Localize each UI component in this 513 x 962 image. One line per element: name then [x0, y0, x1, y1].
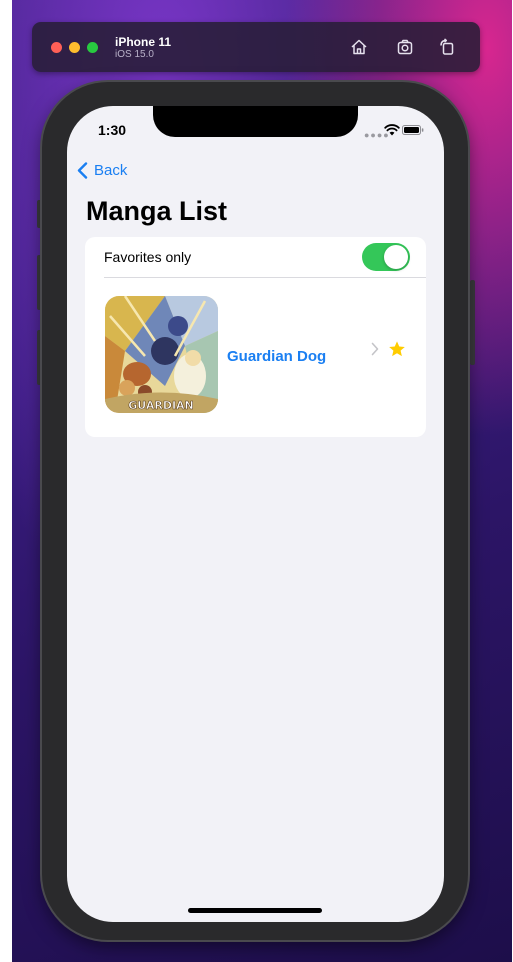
chevron-left-icon [77, 161, 88, 179]
manga-cover-image: GUARDIAN [105, 296, 218, 413]
cover-title-text: GUARDIAN [128, 399, 194, 412]
zoom-window-button[interactable] [87, 42, 98, 53]
device-os-version: iOS 15.0 [115, 49, 154, 60]
home-icon[interactable] [349, 37, 369, 57]
manga-list-card: Favorites only GUARDIAN Guardian Dog [85, 237, 426, 437]
minimize-window-button[interactable] [69, 42, 80, 53]
notch [153, 106, 358, 137]
favorites-toggle-row: Favorites only [85, 237, 426, 277]
phone-screen: 1:30 ●●●● Back Manga List Favorites only [67, 106, 444, 922]
status-time: 1:30 [98, 122, 127, 138]
star-icon[interactable] [388, 340, 406, 358]
toggle-knob [384, 245, 408, 269]
manga-title: Guardian Dog [227, 348, 327, 365]
chevron-right-icon [371, 342, 379, 356]
favorites-toggle-label: Favorites only [104, 249, 192, 265]
power-button [470, 280, 475, 365]
list-item[interactable]: GUARDIAN Guardian Dog [85, 278, 426, 437]
home-indicator[interactable] [188, 908, 322, 913]
page-title: Manga List [86, 196, 228, 226]
screenshot-icon[interactable] [395, 37, 415, 57]
favorites-toggle[interactable] [362, 243, 410, 271]
status-icons: ●●●● [364, 123, 426, 140]
rotate-icon[interactable] [437, 37, 457, 57]
simulator-toolbar: iPhone 11 iOS 15.0 [32, 22, 480, 72]
close-window-button[interactable] [51, 42, 62, 53]
device-name: iPhone 11 [115, 35, 172, 49]
back-button[interactable]: Back [77, 158, 127, 182]
wifi-icon [384, 124, 400, 136]
battery-icon [402, 125, 424, 135]
back-label: Back [94, 161, 128, 179]
